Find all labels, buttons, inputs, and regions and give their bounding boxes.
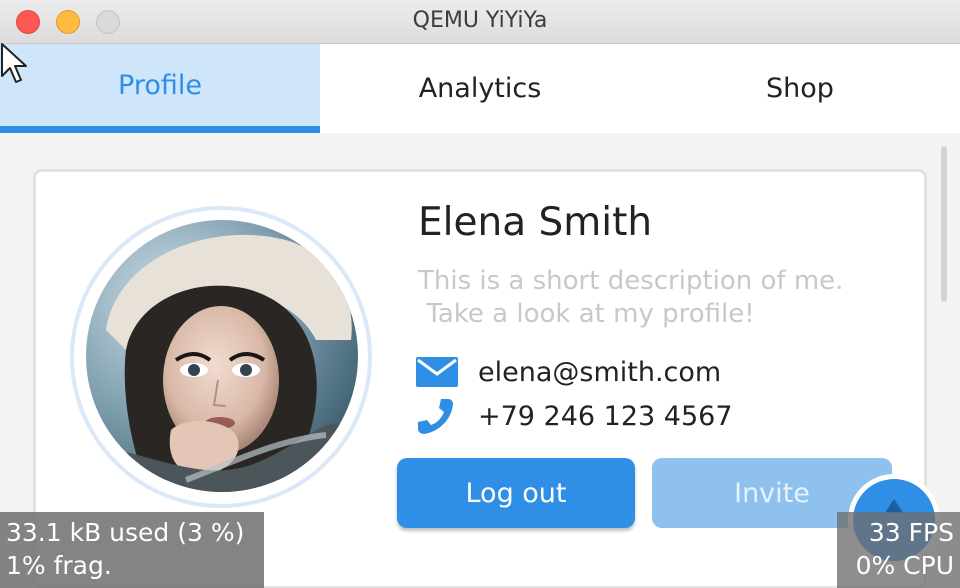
tab-shop-label: Shop bbox=[766, 73, 834, 104]
tab-profile-label: Profile bbox=[118, 69, 202, 101]
performance-monitor: 33 FPS 0% CPU bbox=[837, 512, 960, 588]
vertical-scrollbar[interactable] bbox=[941, 146, 947, 302]
phone-icon bbox=[416, 398, 460, 434]
app-window: QEMU YiYiYa Profile Analytics Shop Elena… bbox=[0, 0, 960, 588]
envelope-icon bbox=[416, 354, 460, 390]
tab-analytics[interactable]: Analytics bbox=[320, 44, 640, 133]
phone-text: +79 246 123 4567 bbox=[478, 400, 733, 432]
mouse-cursor-icon bbox=[0, 42, 30, 90]
window-title: QEMU YiYiYa bbox=[412, 8, 548, 33]
phone-row: +79 246 123 4567 bbox=[416, 396, 733, 436]
tab-bar: Profile Analytics Shop bbox=[0, 44, 960, 133]
tab-profile[interactable]: Profile bbox=[0, 44, 320, 133]
email-row: elena@smith.com bbox=[416, 352, 721, 392]
email-text: elena@smith.com bbox=[478, 356, 722, 388]
log-out-button-label: Log out bbox=[465, 477, 567, 509]
title-bar: QEMU YiYiYa bbox=[0, 0, 960, 44]
avatar bbox=[86, 220, 358, 492]
profile-description: This is a short description of me. Take … bbox=[418, 266, 844, 329]
profile-name: Elena Smith bbox=[418, 200, 653, 245]
tab-analytics-label: Analytics bbox=[418, 73, 542, 104]
tab-shop[interactable]: Shop bbox=[640, 44, 960, 133]
invite-button-label: Invite bbox=[734, 477, 810, 509]
log-out-button[interactable]: Log out bbox=[397, 458, 635, 528]
memory-monitor: 33.1 kB used (3 %) 1% frag. bbox=[0, 512, 264, 588]
